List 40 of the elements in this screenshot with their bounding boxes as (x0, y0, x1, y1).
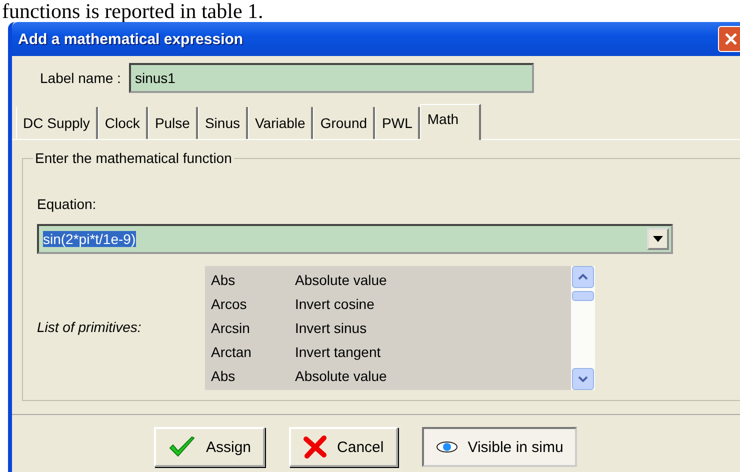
document-text: functions is reported in table 1. (1, 0, 264, 22)
tab[interactable]: Pulse (148, 107, 198, 139)
primitive-name[interactable]: Arcos (211, 296, 295, 312)
scrollbar[interactable] (571, 266, 595, 390)
visibility-toggle[interactable]: Visible in simu (422, 427, 578, 467)
eye-icon (436, 440, 458, 454)
cancel-button[interactable]: Cancel (289, 427, 398, 467)
label-name-label: Label name : (40, 70, 121, 86)
dropdown-button[interactable] (647, 228, 669, 250)
tab[interactable]: Sinus (198, 107, 248, 139)
scroll-thumb[interactable] (572, 291, 594, 301)
primitive-description[interactable]: Invert cosine (295, 296, 374, 312)
scroll-down-button[interactable] (572, 368, 594, 390)
checkmark-icon (168, 435, 196, 459)
close-icon (723, 31, 739, 47)
primitive-name[interactable]: Arcsin (211, 320, 295, 336)
primitive-description[interactable]: Absolute value (295, 368, 387, 384)
primitives-label: List of primitives: (37, 319, 142, 335)
close-button[interactable] (718, 26, 740, 52)
primitive-name[interactable]: Arctan (211, 344, 295, 360)
caret-icon (653, 236, 663, 242)
tab[interactable]: Variable (248, 107, 314, 139)
window-title: Add a mathematical expression (18, 30, 244, 48)
primitive-name[interactable]: Abs (211, 272, 295, 288)
tab[interactable]: Ground (313, 107, 376, 139)
label-name-field[interactable]: sinus1 (128, 63, 534, 93)
tab[interactable]: PWL (375, 107, 420, 139)
cross-icon (303, 435, 328, 459)
equation-combo-box[interactable]: sin(2*pi*t/1e-9) (37, 224, 673, 254)
tab[interactable]: Math (420, 104, 480, 140)
equation-label: Equation: (37, 196, 96, 212)
primitive-description[interactable]: Invert sinus (295, 320, 367, 336)
scroll-up-button[interactable] (572, 266, 594, 288)
primitive-name[interactable]: Abs (211, 368, 295, 384)
tab[interactable]: Clock (98, 107, 148, 139)
assign-button[interactable]: Assign (154, 427, 266, 467)
primitive-description[interactable]: Invert tangent (295, 344, 381, 360)
primitive-description[interactable]: Absolute value (295, 272, 387, 288)
group-title: Enter the mathematical function (34, 150, 233, 166)
tab[interactable]: DC Supply (16, 107, 98, 139)
